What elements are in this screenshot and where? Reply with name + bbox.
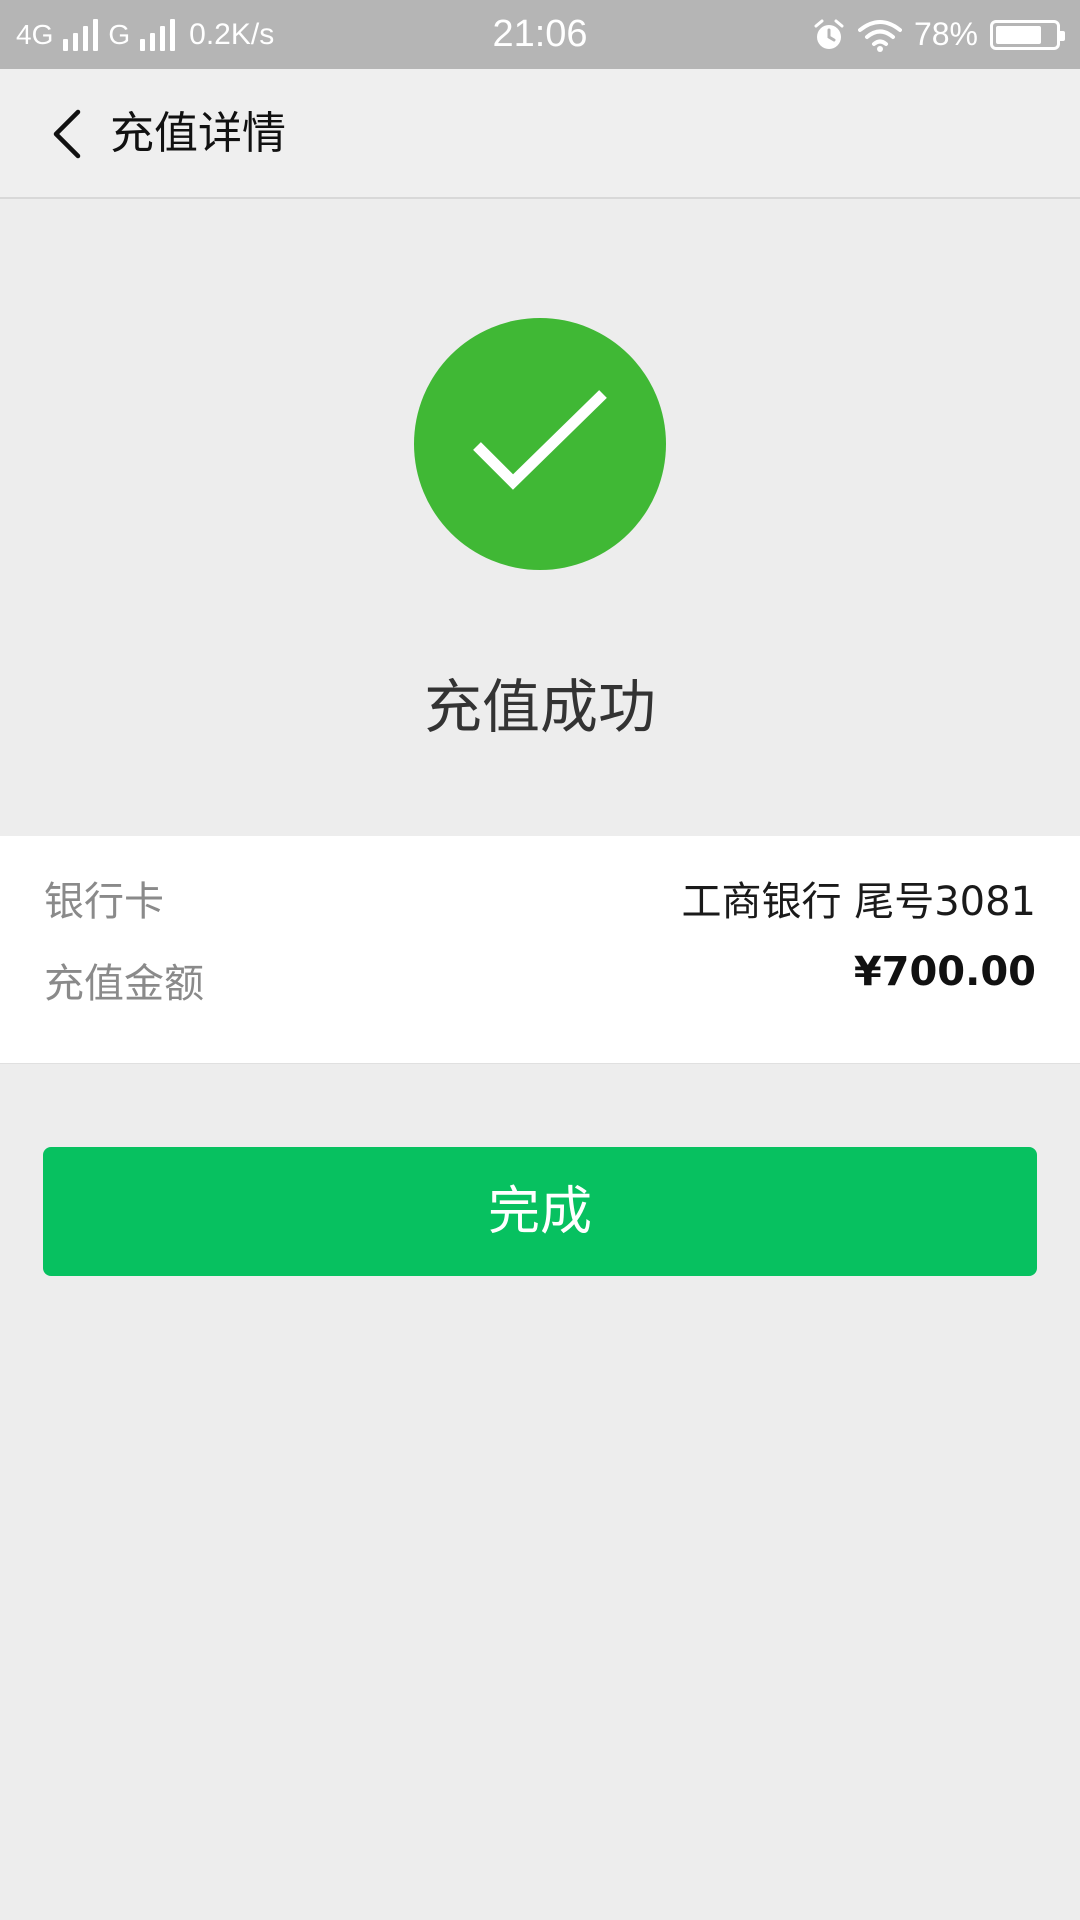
chevron-left-icon	[53, 109, 81, 159]
page-title: 充值详情	[110, 108, 286, 159]
amount-label: 充值金额	[44, 961, 204, 1007]
nav-bar: 充值详情	[0, 69, 1080, 199]
wifi-icon	[857, 19, 902, 52]
detail-row-bank: 银行卡 工商银行 尾号3081	[44, 862, 1036, 942]
done-button[interactable]: 完成	[43, 1147, 1037, 1276]
signal-icon	[63, 18, 99, 51]
signal-icon	[140, 18, 176, 51]
bank-value: 工商银行 尾号3081	[681, 879, 1036, 925]
status-right: 78%	[812, 0, 1065, 69]
check-circle-icon	[414, 318, 666, 570]
battery-percent: 78%	[913, 16, 978, 52]
detail-row-amount: 充值金额 ¥700.00	[44, 944, 1036, 1024]
status-bar: 4G G 0.2K/s 21:06 78%	[0, 0, 1080, 69]
success-message: 充值成功	[423, 673, 656, 741]
bank-label: 银行卡	[44, 879, 164, 925]
back-button[interactable]	[28, 94, 108, 174]
check-icon	[473, 390, 607, 490]
battery-icon	[990, 19, 1065, 50]
status-left: 4G G 0.2K/s	[16, 0, 274, 69]
network-speed: 0.2K/s	[189, 17, 275, 51]
network-type-1: 4G	[16, 18, 54, 50]
alarm-icon	[814, 19, 844, 49]
amount-value: ¥700.00	[853, 949, 1036, 995]
network-type-2: G	[108, 18, 131, 50]
battery-fill	[996, 25, 1042, 44]
details-card: 银行卡 工商银行 尾号3081 充值金额 ¥700.00	[0, 836, 1080, 1064]
